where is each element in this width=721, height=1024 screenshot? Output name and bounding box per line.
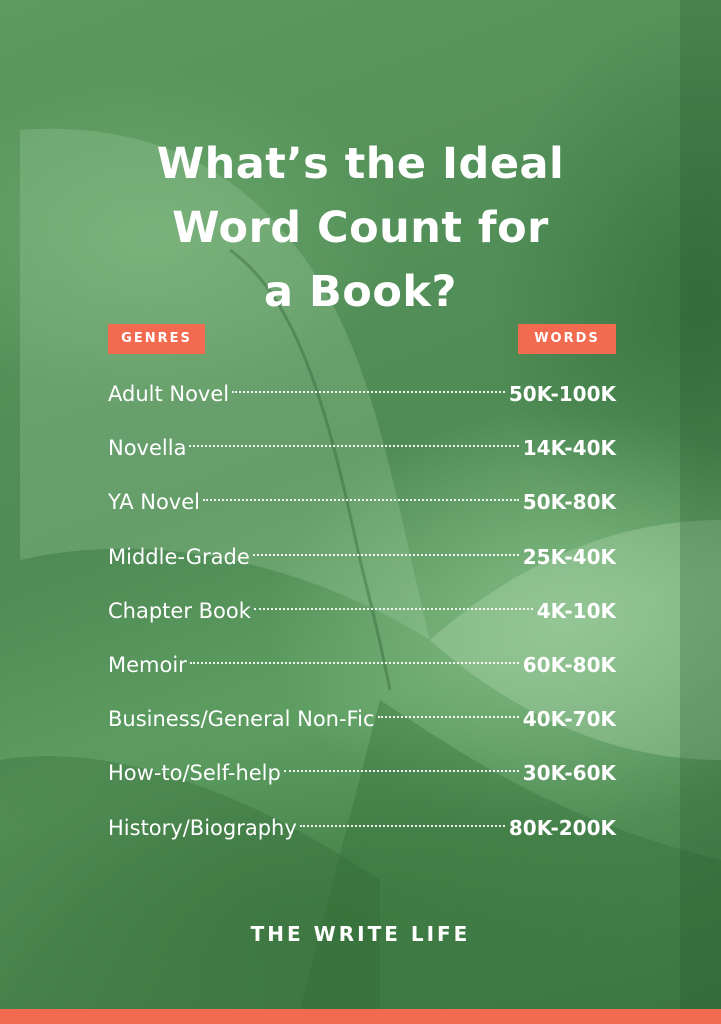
list-item: Adult Novel 50K-100K — [108, 374, 616, 428]
word-count-value: 40K-70K — [522, 707, 616, 732]
dotted-leader — [189, 445, 519, 448]
word-count-list: Adult Novel 50K-100K Novella 14K-40K YA … — [108, 374, 616, 862]
list-item: How-to/Self-help 30K-60K — [108, 753, 616, 807]
list-item: Novella 14K-40K — [108, 428, 616, 482]
word-count-value: 14K-40K — [522, 436, 616, 461]
list-item: Memoir 60K-80K — [108, 645, 616, 699]
list-item: YA Novel 50K-80K — [108, 482, 616, 536]
word-count-value: 60K-80K — [522, 652, 616, 677]
brand-logo-text: THE WRITE LIFE — [250, 922, 471, 946]
dotted-leader — [283, 770, 519, 773]
genre-label: Middle-Grade — [108, 544, 250, 569]
word-count-value: 4K-10K — [536, 598, 616, 623]
word-count-value: 25K-40K — [522, 544, 616, 569]
list-item: Middle-Grade 25K-40K — [108, 537, 616, 591]
word-count-value: 50K-80K — [522, 490, 616, 515]
dotted-leader — [253, 607, 533, 610]
word-count-value: 50K-100K — [508, 382, 616, 406]
title-line-3: a Book? — [264, 267, 457, 317]
page-title: What’s the Ideal Word Count for a Book? — [0, 132, 721, 324]
genre-label: History/Biography — [108, 815, 297, 840]
genre-label: Chapter Book — [108, 598, 251, 623]
genre-label: How-to/Self-help — [108, 761, 281, 786]
dotted-leader — [299, 824, 505, 827]
genre-label: Adult Novel — [108, 382, 230, 406]
list-item: Chapter Book 4K-10K — [108, 591, 616, 645]
list-item: History/Biography 80K-200K — [108, 808, 616, 862]
list-item: Business/General Non-Fic 40K-70K — [108, 699, 616, 753]
bottom-accent-bar — [0, 1009, 721, 1024]
title-line-2: Word Count for — [172, 203, 549, 253]
genre-label: YA Novel — [108, 490, 200, 515]
dotted-leader — [189, 661, 519, 664]
dotted-leader — [377, 716, 519, 719]
title-line-1: What’s the Ideal — [156, 139, 565, 189]
genres-header-badge: GENRES — [108, 324, 205, 354]
words-header-badge: WORDS — [518, 324, 616, 354]
word-count-value: 80K-200K — [508, 815, 616, 840]
genre-label: Business/General Non-Fic — [108, 707, 375, 732]
dotted-leader — [202, 499, 519, 502]
word-count-value: 30K-60K — [522, 761, 616, 786]
dotted-leader — [232, 391, 505, 393]
dotted-leader — [252, 553, 519, 556]
genre-label: Novella — [108, 436, 187, 461]
genre-label: Memoir — [108, 652, 187, 677]
